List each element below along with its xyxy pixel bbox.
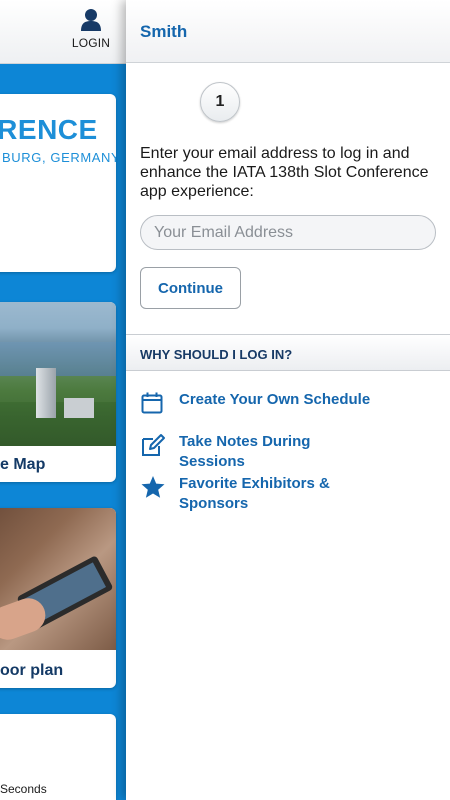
user-icon (81, 9, 101, 31)
conference-banner-card[interactable]: ERENCE BURG, GERMANY (0, 94, 116, 272)
countdown-seconds-label: Seconds (0, 782, 47, 796)
panel-title: Smith (140, 22, 188, 41)
email-input[interactable] (140, 215, 436, 250)
venue-map-card[interactable]: e Map (0, 302, 116, 482)
calendar-icon (140, 390, 170, 416)
continue-button[interactable]: Continue (140, 267, 241, 309)
benefit-take-notes[interactable]: Take Notes During Sessions (140, 432, 379, 472)
venue-photo (0, 302, 116, 446)
conference-location-text: BURG, GERMANY (2, 150, 116, 165)
benefit-label: Favorite Exhibitors & Sponsors (179, 475, 330, 512)
star-icon (140, 474, 170, 500)
login-panel: Smith 1 Enter your email address to log … (126, 0, 450, 800)
login-label: LOGIN (71, 36, 111, 50)
benefit-favorite-exhibitors[interactable]: Favorite Exhibitors & Sponsors (140, 474, 379, 514)
why-login-heading: WHY SHOULD I LOG IN? (140, 347, 293, 362)
why-login-section-header: WHY SHOULD I LOG IN? (126, 334, 450, 371)
floor-plan-photo (0, 508, 116, 650)
app-root: LOGIN ERENCE BURG, GERMANY e Map oor pla… (0, 0, 450, 800)
edit-note-icon (140, 432, 170, 458)
floor-plan-caption: oor plan (0, 662, 64, 679)
conference-logo-text: ERENCE (0, 114, 98, 145)
benefit-create-schedule[interactable]: Create Your Own Schedule (140, 390, 379, 416)
background-top-bar: LOGIN (0, 0, 126, 64)
panel-header: Smith (126, 0, 450, 63)
login-intro-text: Enter your email address to log in and e… (140, 145, 429, 200)
login-button[interactable]: LOGIN (64, 6, 118, 56)
benefit-label: Take Notes During Sessions (179, 433, 311, 470)
venue-map-caption: e Map (0, 456, 46, 473)
benefit-label: Create Your Own Schedule (179, 391, 371, 408)
floor-plan-card[interactable]: oor plan (0, 508, 116, 688)
step-indicator: 1 (200, 82, 240, 122)
countdown-card[interactable]: Seconds (0, 714, 116, 800)
background-app: LOGIN ERENCE BURG, GERMANY e Map oor pla… (0, 0, 126, 800)
